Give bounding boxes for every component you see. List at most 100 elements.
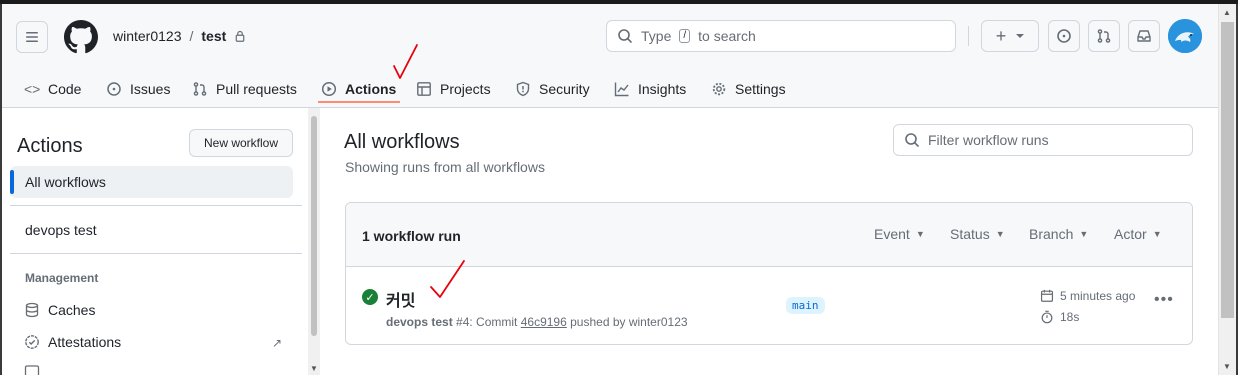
branch-filter-dropdown[interactable]: Branch ▼ (1029, 226, 1088, 242)
branch-label[interactable]: main (786, 297, 825, 314)
actor-filter-dropdown[interactable]: Actor ▼ (1114, 226, 1162, 242)
repo-tabs: <> Code Issues Pull requests Actions Pro… (2, 64, 1218, 108)
tab-label: Pull requests (216, 81, 297, 97)
sidebar-scrollbar[interactable]: ▼ (308, 108, 320, 375)
tab-pull-requests[interactable]: Pull requests (192, 74, 297, 104)
page-scrollbar-thumb[interactable] (1221, 22, 1234, 318)
lock-icon (235, 30, 245, 42)
scroll-down-arrow-icon[interactable]: ▼ (310, 364, 318, 373)
inbox-icon (1137, 30, 1151, 42)
tab-label: Issues (130, 81, 171, 97)
page-scrollbar[interactable]: ▲ ▼ (1218, 4, 1236, 375)
sidebar-item-partial[interactable] (24, 364, 40, 375)
sidebar-item-caches[interactable]: Caches (24, 302, 95, 318)
stopwatch-icon (1041, 310, 1053, 324)
tab-label: Actions (345, 81, 397, 97)
status-filter-dropdown[interactable]: Status ▼ (950, 226, 1005, 242)
tab-label: Insights (638, 81, 687, 97)
repo-header: winter0123 / test Type / to search + <> … (2, 4, 1218, 108)
triangle-down-icon (1016, 34, 1025, 38)
commit-sha-link[interactable]: 46c9196 (521, 315, 567, 329)
issues-button[interactable] (1048, 20, 1080, 52)
graph-icon (614, 82, 629, 97)
tab-label: Security (539, 81, 590, 97)
sidebar-divider (10, 205, 302, 206)
code-icon: <> (24, 81, 41, 97)
runner-icon (24, 365, 40, 375)
filter-label: Branch (1029, 226, 1074, 242)
tab-insights[interactable]: Insights (614, 74, 686, 104)
active-indicator (10, 170, 14, 194)
sidebar-item-label: All workflows (25, 174, 106, 190)
play-icon (321, 81, 337, 97)
pull-request-icon (193, 82, 207, 96)
repo-owner-link[interactable]: winter0123 (113, 28, 182, 44)
run-when: 5 minutes ago (1060, 289, 1136, 303)
run-timestamp: 5 minutes ago (1040, 289, 1135, 303)
filter-label: Actor (1114, 226, 1147, 242)
run-title-link[interactable]: 커밋 (386, 287, 415, 311)
run-commit-label: : Commit (469, 315, 518, 329)
tab-code[interactable]: <> Code (24, 74, 81, 104)
sidebar-item-label: Caches (48, 302, 96, 318)
selected-tab-indicator (318, 101, 400, 103)
run-pushed-by: pushed by winter0123 (570, 315, 688, 329)
scroll-up-arrow-icon[interactable]: ▲ (1223, 8, 1231, 17)
tab-security[interactable]: Security (515, 74, 590, 104)
pull-requests-button[interactable] (1088, 20, 1120, 52)
issue-icon (107, 82, 121, 96)
search-input[interactable]: Type / to search (606, 20, 956, 52)
search-icon (618, 29, 632, 43)
menu-button[interactable] (16, 21, 48, 53)
new-workflow-button[interactable]: New workflow (189, 129, 293, 157)
page-title: All workflows (344, 131, 460, 153)
verified-icon (25, 335, 39, 349)
actions-sidebar: Actions New workflow All workflows devop… (2, 108, 308, 375)
sidebar-title: Actions (17, 135, 83, 157)
run-meta: devops test #4: Commit 46c9196 pushed by… (386, 315, 688, 329)
sidebar-item-all-workflows[interactable]: All workflows (10, 166, 293, 198)
header-divider (968, 26, 969, 46)
sidebar-section-heading: Management (25, 271, 99, 285)
run-duration-value: 18s (1060, 310, 1080, 324)
run-workflow-name: devops test (386, 315, 453, 329)
inbox-button[interactable] (1128, 20, 1160, 52)
sidebar-item-label: Attestations (48, 334, 122, 350)
workflow-runs-box: 1 workflow run Event ▼ Status ▼ Branch ▼… (345, 202, 1193, 345)
tab-label: Code (48, 81, 82, 97)
dolphin-avatar-icon (1168, 19, 1202, 53)
shield-icon (516, 81, 530, 97)
runs-count: 1 workflow run (362, 228, 461, 244)
kebab-horizontal-icon[interactable]: ••• (1154, 291, 1174, 309)
table-icon (417, 82, 431, 96)
search-shortcut-key: / (679, 29, 691, 43)
gear-icon (712, 82, 726, 96)
user-avatar[interactable] (1168, 19, 1202, 53)
tab-settings[interactable]: Settings (711, 74, 786, 104)
issue-opened-icon (1057, 29, 1071, 43)
tab-issues[interactable]: Issues (106, 74, 170, 104)
triangle-down-icon: ▼ (1079, 229, 1089, 239)
tab-projects[interactable]: Projects (416, 74, 491, 104)
github-logo-icon[interactable] (64, 20, 98, 54)
search-placeholder-suffix: to search (698, 28, 756, 44)
breadcrumb: winter0123 / test (113, 28, 246, 44)
scroll-down-arrow-icon[interactable]: ▼ (1223, 362, 1231, 371)
plus-icon: + (995, 25, 1007, 46)
triangle-down-icon: ▼ (915, 229, 925, 239)
repo-name-link[interactable]: test (201, 28, 226, 44)
create-new-button[interactable]: + (981, 20, 1039, 52)
check-circle-icon: ✓ (362, 289, 378, 305)
sidebar-item-devops-test[interactable]: devops test (10, 214, 293, 246)
filter-placeholder: Filter workflow runs (928, 132, 1049, 148)
search-placeholder-prefix: Type (641, 28, 672, 44)
filter-workflow-runs-input[interactable]: Filter workflow runs (893, 124, 1193, 156)
database-icon (25, 302, 39, 318)
tab-actions[interactable]: Actions (321, 74, 396, 104)
run-number: #4 (456, 315, 470, 329)
sidebar-item-attestations[interactable]: Attestations (24, 334, 121, 350)
sidebar-scrollbar-thumb[interactable] (311, 116, 317, 336)
event-filter-dropdown[interactable]: Event ▼ (874, 226, 925, 242)
sidebar-divider (10, 253, 302, 254)
run-duration: 18s (1040, 310, 1079, 324)
